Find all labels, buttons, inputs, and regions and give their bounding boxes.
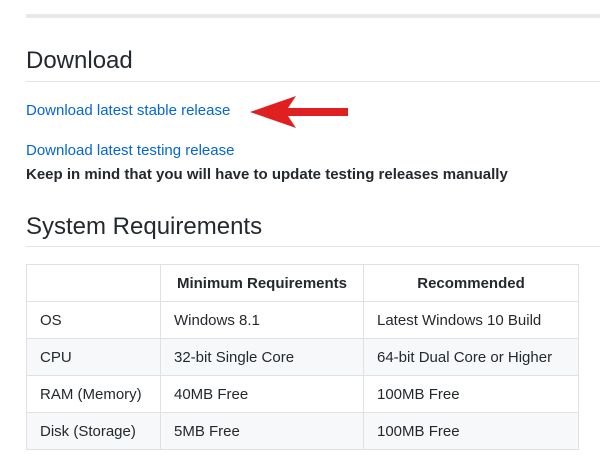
system-requirements-divider — [26, 246, 600, 247]
table-cell-recommended: 100MB Free — [363, 412, 579, 450]
table-header-row: Minimum Requirements Recommended — [26, 264, 579, 302]
table-cell-minimum: Windows 8.1 — [160, 301, 364, 339]
table-header-recommended: Recommended — [363, 264, 579, 302]
table-row: OS Windows 8.1 Latest Windows 10 Build — [26, 301, 579, 339]
table-cell-minimum: 40MB Free — [160, 375, 364, 413]
table-row: RAM (Memory) 40MB Free 100MB Free — [26, 375, 579, 413]
download-stable-link[interactable]: Download latest stable release — [26, 101, 230, 121]
system-requirements-heading: System Requirements — [26, 213, 263, 240]
requirements-table: Minimum Requirements Recommended OS Wind… — [26, 264, 579, 450]
table-row: CPU 32-bit Single Core 64-bit Dual Core … — [26, 338, 579, 376]
table-cell-recommended: Latest Windows 10 Build — [363, 301, 579, 339]
table-cell-label: CPU — [26, 338, 161, 376]
table-cell-recommended: 100MB Free — [363, 375, 579, 413]
table-cell-minimum: 5MB Free — [160, 412, 364, 450]
table-cell-minimum: 32-bit Single Core — [160, 338, 364, 376]
table-cell-label: RAM (Memory) — [26, 375, 161, 413]
table-cell-label: OS — [26, 301, 161, 339]
download-heading-divider — [26, 81, 600, 82]
table-cell-recommended: 64-bit Dual Core or Higher — [363, 338, 579, 376]
download-heading: Download — [26, 47, 133, 74]
table-header-cell — [26, 264, 161, 302]
testing-update-note: Keep in mind that you will have to updat… — [26, 166, 508, 183]
table-row: Disk (Storage) 5MB Free 100MB Free — [26, 412, 579, 450]
table-header-minimum: Minimum Requirements — [160, 264, 364, 302]
red-arrow-icon — [250, 96, 348, 128]
download-testing-link[interactable]: Download latest testing release — [26, 141, 234, 161]
top-divider — [26, 14, 600, 18]
table-cell-label: Disk (Storage) — [26, 412, 161, 450]
